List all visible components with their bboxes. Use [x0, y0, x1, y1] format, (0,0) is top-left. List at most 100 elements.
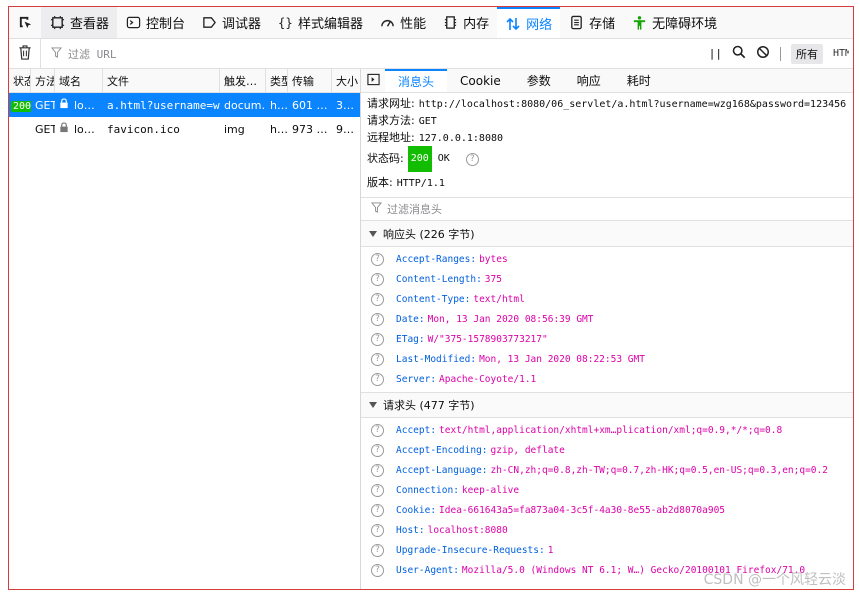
devtools-toolbar: 查看器 控制台 调试器 {} 样式编辑器 性能 内存 网络 存储 无障碍环境 [9, 7, 853, 39]
col-file[interactable]: 文件 [103, 69, 220, 92]
tab-accessibility[interactable]: 无障碍环境 [623, 7, 725, 38]
tab-performance[interactable]: 性能 [371, 7, 434, 38]
search-icon[interactable] [732, 45, 746, 62]
row-cause: docum… [224, 98, 266, 112]
pause-separator[interactable]: || [709, 47, 722, 60]
header-row[interactable]: ? Cookie: Idea-661643a5=fa873a04-3c5f-4a30… [361, 500, 853, 520]
clear-button[interactable] [9, 39, 41, 68]
header-row[interactable]: ? Date: Mon, 13 Jan 2020 08:56:39 GMT [361, 309, 853, 329]
tab-storage[interactable]: 存储 [560, 7, 623, 38]
help-icon[interactable]: ? [371, 423, 384, 437]
remote-label: 远程地址: [367, 131, 415, 144]
help-icon[interactable]: ? [371, 272, 384, 286]
header-row[interactable]: ? Last-Modified: Mon, 13 Jan 2020 08:22:53… [361, 349, 853, 369]
tab-console[interactable]: 控制台 [117, 7, 193, 38]
filter-headers-input[interactable]: 过滤消息头 [361, 197, 853, 221]
table-row[interactable]: GET lo… favicon.ico img h… 973 … 9… [9, 117, 360, 141]
accessibility-icon [631, 15, 647, 31]
header-row[interactable]: ? Upgrade-Insecure-Requests: 1 [361, 540, 853, 560]
header-name: Content-Type: [396, 293, 471, 305]
status-label: 状态码: [367, 152, 404, 165]
debugger-icon [201, 15, 217, 31]
method-label: 请求方法: [367, 114, 415, 127]
row-type: h… [270, 98, 288, 112]
toggle-sidebar-button[interactable] [361, 69, 385, 92]
help-icon[interactable]: ? [371, 463, 384, 477]
filter-all-button[interactable]: 所有 [791, 43, 823, 64]
element-picker-button[interactable] [9, 7, 41, 38]
tab-response[interactable]: 响应 [564, 69, 614, 92]
row-method: GET [35, 98, 55, 112]
tab-inspector[interactable]: 查看器 [41, 7, 118, 38]
help-icon[interactable]: ? [371, 503, 384, 517]
header-row[interactable]: ? Accept: text/html,application/xhtml+xm…p… [361, 420, 853, 440]
help-icon[interactable]: ? [371, 443, 384, 457]
col-size[interactable]: 大小 [332, 69, 360, 92]
tab-inspector-label: 查看器 [70, 17, 110, 32]
header-value: keep-alive [461, 484, 520, 496]
header-row[interactable]: ? Content-Length: 375 [361, 269, 853, 289]
col-type[interactable]: 类型 [266, 69, 288, 92]
table-row[interactable]: 200 GET lo… a.html?username=wz… docum… h… [9, 93, 360, 117]
help-icon[interactable]: ? [371, 543, 384, 557]
help-icon[interactable]: ? [371, 292, 384, 306]
header-row[interactable]: ? Accept-Language: zh-CN,zh;q=0.8,zh-TW;q=… [361, 460, 853, 480]
header-row[interactable]: ? Host: localhost:8080 [361, 520, 853, 540]
header-row[interactable]: ? Server: Apache-Coyote/1.1 [361, 369, 853, 389]
header-value: Idea-661643a5=fa873a04-3c5f-4a30-8e55-ab… [439, 504, 726, 516]
tab-headers[interactable]: 消息头 [385, 69, 448, 92]
help-icon[interactable]: ? [371, 312, 384, 326]
filter-html-button[interactable]: HTM [833, 48, 849, 59]
col-cause[interactable]: 触发… [220, 69, 266, 92]
request-method: GET [418, 116, 437, 127]
row-size: 9… [336, 122, 354, 136]
row-cause: img [224, 122, 245, 136]
header-row[interactable]: ? Content-Type: text/html [361, 289, 853, 309]
col-domain[interactable]: 域名 [55, 69, 103, 92]
caret-down-icon [369, 230, 377, 237]
tab-debugger[interactable]: 调试器 [193, 7, 269, 38]
inspector-icon [49, 15, 65, 31]
block-icon[interactable] [756, 45, 770, 62]
row-domain: lo… [74, 122, 95, 136]
response-headers-title: 响应头 (226 字节) [383, 227, 475, 241]
header-row[interactable]: ? Accept-Encoding: gzip, deflate [361, 440, 853, 460]
element-picker-icon [17, 15, 33, 31]
help-icon[interactable]: ? [371, 563, 384, 577]
tab-storage-label: 存储 [589, 17, 616, 32]
help-icon[interactable]: ? [371, 483, 384, 497]
filter-url-input[interactable]: 过滤 URL [41, 46, 696, 62]
request-headers-group[interactable]: 请求头 (477 字节) [361, 392, 853, 418]
status-code-badge: 200 [407, 146, 432, 172]
trash-icon [18, 44, 32, 63]
help-icon[interactable]: ? [371, 332, 384, 346]
col-transferred[interactable]: 传输 [288, 69, 332, 92]
header-value: Mon, 13 Jan 2020 08:22:53 GMT [479, 353, 645, 365]
row-file: a.html?username=wz… [107, 98, 220, 112]
performance-icon [379, 15, 395, 31]
help-icon[interactable]: ? [371, 352, 384, 366]
tab-network[interactable]: 网络 [497, 7, 561, 38]
row-method: GET [35, 122, 55, 136]
tab-cookie[interactable]: Cookie [447, 69, 514, 92]
tab-style-editor[interactable]: {} 样式编辑器 [269, 7, 371, 38]
caret-down-icon [369, 402, 377, 408]
header-value: Mon, 13 Jan 2020 08:56:39 GMT [427, 313, 594, 325]
tab-timings[interactable]: 耗时 [614, 69, 664, 92]
help-icon[interactable]: ? [371, 523, 384, 537]
header-value: text/html [473, 293, 525, 305]
help-icon[interactable]: ? [371, 372, 384, 386]
help-icon[interactable]: ? [465, 152, 479, 166]
help-icon[interactable]: ? [371, 252, 384, 266]
response-headers-group[interactable]: 响应头 (226 字节) [361, 221, 853, 247]
tab-memory[interactable]: 内存 [434, 7, 497, 38]
request-list: 状态 方法 域名 文件 触发… 类型 传输 大小 200 GET lo… a.h… [9, 69, 361, 589]
header-row[interactable]: ? ETag: W/"375-1578903773217" [361, 329, 853, 349]
header-row[interactable]: ? Accept-Ranges: bytes [361, 249, 853, 269]
request-list-header: 状态 方法 域名 文件 触发… 类型 传输 大小 [9, 69, 360, 93]
col-method[interactable]: 方法 [31, 69, 55, 92]
sidebar-toggle-icon [366, 73, 380, 89]
col-status[interactable]: 状态 [9, 69, 31, 92]
tab-params[interactable]: 参数 [514, 69, 564, 92]
header-row[interactable]: ? Connection: keep-alive [361, 480, 853, 500]
